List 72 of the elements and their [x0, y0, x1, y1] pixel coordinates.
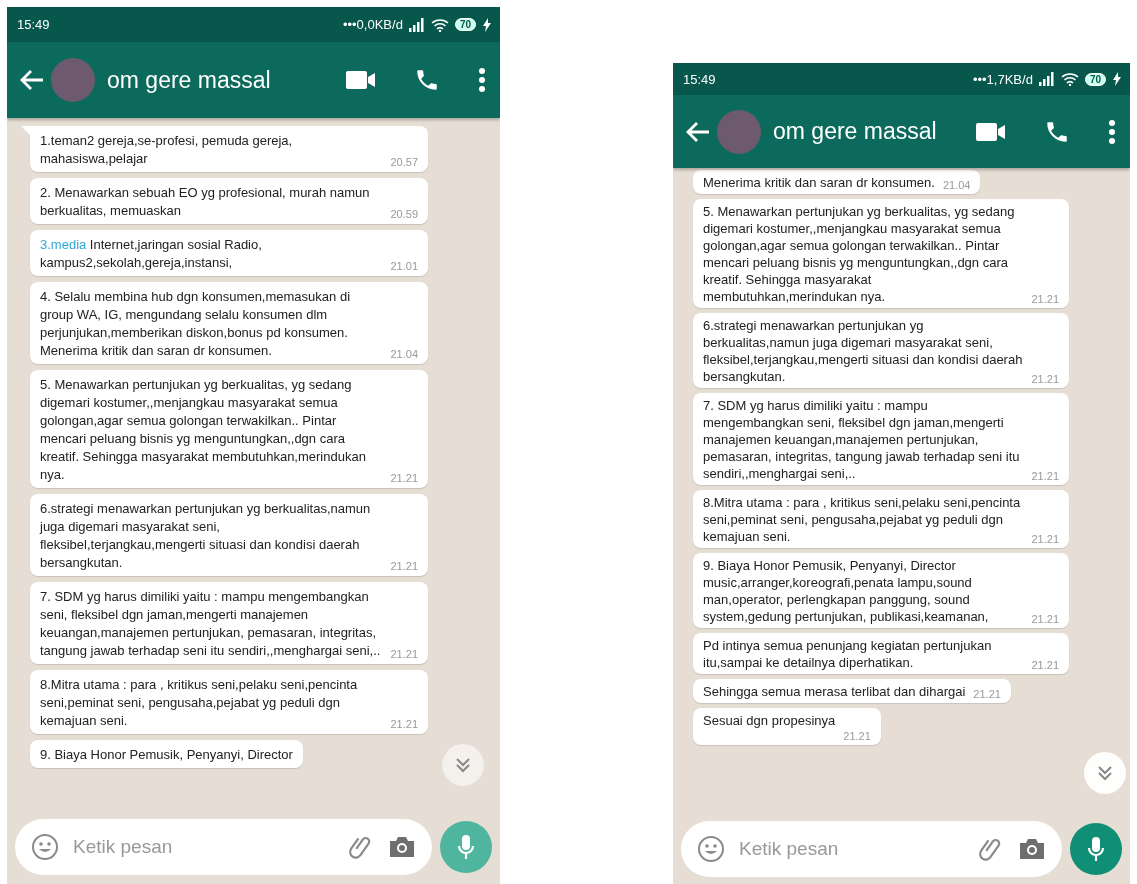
signal-icon — [1038, 72, 1055, 86]
network-speed: •••0,0KB/d — [342, 17, 403, 32]
message-link[interactable]: 3.media — [40, 237, 87, 252]
message-text: Sesuai dgn propesinya — [703, 712, 837, 729]
message-time: 21.21 — [1031, 612, 1059, 626]
battery-indicator: 70 — [454, 18, 476, 31]
message-text: Sehingga semua merasa terlibat dan dihargai — [703, 683, 966, 700]
message-time: 21.21 — [390, 647, 418, 661]
microphone-icon — [1087, 836, 1105, 862]
message-text: 9. Biaya Honor Pemusik, Penyanyi, Director music,arranger,koreografi,penata lampu,sound man,operator, perlengkapan panggung, sound system,gedung pertunjukan, publikasi,keamanan, — [703, 557, 990, 625]
message-time: 21.04 — [390, 347, 418, 361]
input-placeholder: Ketik pesan — [739, 838, 840, 860]
wifi-icon — [430, 17, 449, 32]
message-time: 21.21 — [1031, 532, 1059, 546]
double-chevron-down-icon — [1096, 764, 1114, 782]
message-text: Menerima kritik dan saran dr konsumen. — [703, 174, 935, 191]
wifi-icon — [1060, 72, 1079, 86]
message-text: 2. Menawarkan sebuah EO yg profesional, murah namun berkualitas, memuaskan — [40, 184, 371, 220]
battery-indicator: 70 — [1084, 72, 1106, 86]
signal-icon — [408, 17, 425, 32]
microphone-icon — [457, 834, 475, 860]
camera-icon[interactable] — [1018, 837, 1046, 861]
microphone-button[interactable] — [1070, 823, 1122, 875]
phone-call-icon[interactable] — [414, 67, 440, 93]
message-text: Pd intinya semua penunjang kegiatan pertunjukan itu,sampai ke detailnya diperhatikan. — [703, 637, 993, 671]
charging-icon — [1112, 72, 1122, 86]
message-text: 6.strategi menawarkan pertunjukan yg berkualitas,namun juga digemari masyarakat seni, fleksibel,terjangkau,mengerti situasi dan kondisi daerah bersangkutan. — [40, 500, 372, 572]
message-text: 5. Menawarkan pertunjukan yg berkualitas, yg sedang digemari kostumer,,menjangkau masyarakat semua golongan,agar semua golongan terwakilkan.. Pintar mencari peluang bisnis yg menguntungkan,,dgn cara kreatif. Sehingga masyarakat membutuhkan,merindukan nya. — [40, 376, 367, 484]
message-time: 21.21 — [390, 559, 418, 573]
message-text: 1.teman2 gereja,se-profesi, pemuda gereja, mahasiswa,pelajar — [40, 132, 294, 168]
back-arrow-icon[interactable] — [685, 120, 711, 143]
more-options-icon[interactable] — [478, 67, 486, 93]
camera-icon[interactable] — [388, 835, 416, 859]
chat-title[interactable]: om gere massal — [107, 66, 340, 94]
clock-time: 15:49 — [17, 17, 51, 32]
message-text: 7. SDM yg harus dimiliki yaitu : mampu mengembangkan seni, fleksibel dgn jaman,mengerti manajemen keuangan,manajemen pertunjukan, pemasaran, integritas, tangung jawab terhadap seni itu sendiri,,menghargai seni,.. — [703, 397, 1021, 482]
back-arrow-icon[interactable] — [19, 69, 45, 91]
message-text: 5. Menawarkan pertunjukan yg berkualitas, yg sedang digemari kostumer,,menjangkau masyarakat semua golongan,agar semua golongan terwakilkan.. Pintar mencari peluang bisnis yg menguntungkan,,dgn cara kreatif. Sehingga masyarakat membutuhkan,merindukan nya. — [703, 203, 1016, 305]
message-input-field[interactable]: Ketik pesan — [681, 821, 1062, 877]
message-time: 21.21 — [390, 717, 418, 731]
message-time: 21.01 — [390, 259, 418, 273]
message-text: 8.Mitra utama : para , kritikus seni,pelaku seni,pencinta seni,peminat seni, pengusaha,pejabat yg peduli dgn kemajuan seni. — [703, 494, 1022, 545]
message-time: 21.21 — [1031, 372, 1059, 386]
message-time: 21.21 — [390, 471, 418, 485]
chat-title[interactable]: om gere massal — [773, 118, 970, 145]
message-text: 3.media Internet,jaringan sosial Radio, kampus2,sekolah,gereja,instansi, — [40, 236, 263, 272]
message-time: 21.04 — [942, 178, 971, 192]
clock-time: 15:49 — [683, 71, 717, 87]
more-options-icon[interactable] — [1108, 118, 1116, 145]
message-text: 7. SDM yg harus dimiliki yaitu : mampu mengembangkan seni, fleksibel dgn jaman,mengerti manajemen keuangan,manajemen pertunjukan, pemasaran, integritas, tangung jawab terhadap seni itu sendiri,,menghargai seni,.. — [40, 588, 382, 660]
emoji-icon[interactable] — [697, 835, 725, 863]
message-time: 21.21 — [973, 687, 1001, 701]
message-time: 20.57 — [390, 155, 418, 169]
message-time: 21.21 — [1031, 292, 1059, 306]
scroll-down-button[interactable] — [1084, 752, 1126, 794]
message-time: 21.21 — [1031, 658, 1059, 672]
message-input-field[interactable]: Ketik pesan — [15, 819, 432, 875]
message-text: 8.Mitra utama : para , kritikus seni,pelaku seni,pencinta seni,peminat seni, pengusaha,pejabat yg peduli dgn kemajuan seni. — [40, 676, 359, 730]
input-placeholder: Ketik pesan — [73, 836, 174, 858]
message-time: 21.21 — [843, 729, 871, 743]
message-text: 6.strategi menawarkan pertunjukan yg berkualitas,namun juga digemari masyarakat seni, fleksibel,terjangkau,mengerti situasi dan kondisi daerah bersangkutan. — [703, 317, 1024, 385]
emoji-icon[interactable] — [31, 833, 59, 861]
scroll-down-button[interactable] — [442, 744, 484, 786]
network-speed: •••1,7KB/d — [972, 71, 1033, 87]
video-call-icon[interactable] — [346, 70, 376, 90]
charging-icon — [482, 17, 492, 32]
message-text: 9. Biaya Honor Pemusik, Penyanyi, Director — [40, 746, 293, 764]
double-chevron-down-icon — [454, 756, 472, 774]
video-call-icon[interactable] — [976, 121, 1006, 142]
message-time: 21.21 — [1031, 469, 1059, 483]
message-text: 4. Selalu membina hub dgn konsumen,memasukan di group WA, IG, mengundang selalu konsumen dlm perjunjukan,memberikan diskon,bonus pd konsumen. Menerima kritik dan saran dr konsumen. — [40, 288, 351, 360]
message-time: 20.59 — [390, 207, 418, 221]
